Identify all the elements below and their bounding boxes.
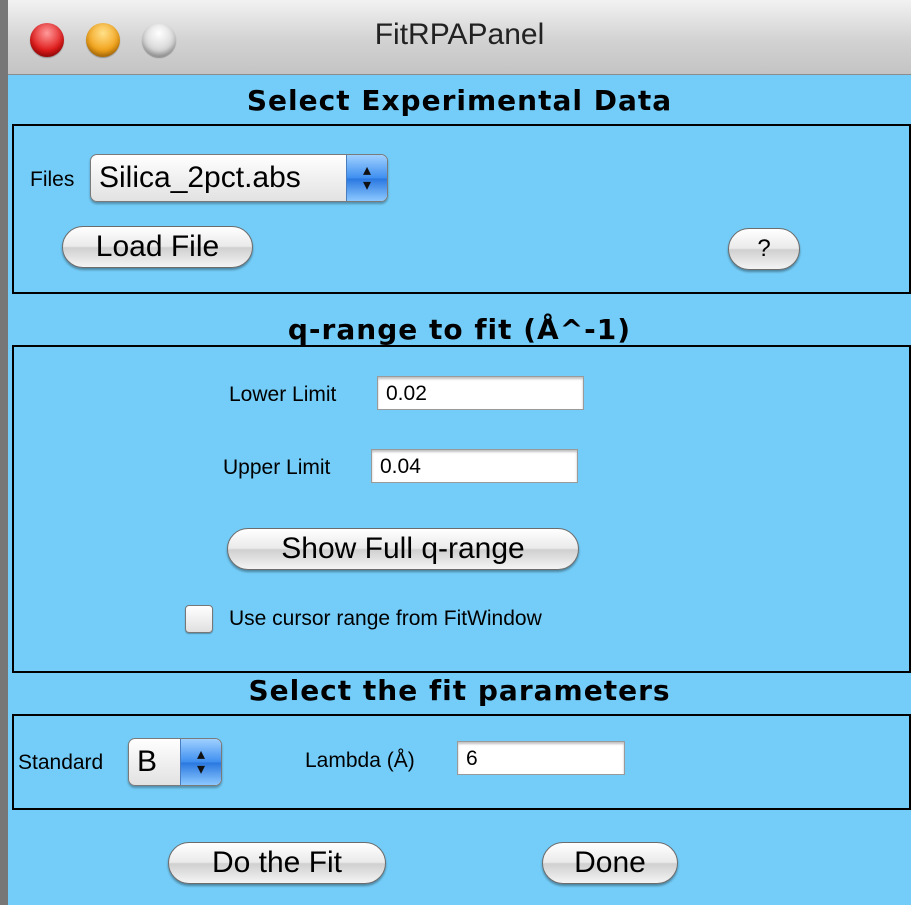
window-title: FitRPAPanel [374,18,545,51]
lower-limit-input[interactable]: 0.02 [377,376,584,410]
params-section-title: Select the fit parameters [248,674,671,707]
do-the-fit-button[interactable]: Do the Fit [168,842,386,884]
standard-popup-value: B [137,745,158,778]
files-popup-value: Silica_2pct.abs [99,161,301,194]
lower-limit-label: Lower Limit [229,383,337,406]
cursor-range-label[interactable]: Use cursor range from FitWindow [229,607,542,631]
show-full-qrange-button[interactable]: Show Full q-range [227,528,579,570]
qrange-section-title: q-range to fit (Å^-1) [287,313,632,346]
title-bar[interactable]: FitRPAPanel [8,0,911,75]
files-label: Files [30,168,75,191]
standard-label: Standard [18,751,104,774]
lambda-label: Lambda (Å) [305,749,415,772]
upper-limit-input[interactable]: 0.04 [371,449,578,483]
done-button[interactable]: Done [542,842,678,884]
fitrpa-window: FitRPAPanel Select Experimental Data Fil… [8,0,911,905]
standard-popup[interactable]: B ▴ ▾ [128,738,222,786]
popup-arrows-icon: ▴ ▾ [346,155,387,201]
lambda-input[interactable]: 6 [457,741,625,775]
upper-limit-label: Upper Limit [223,456,331,479]
popup-arrows-icon: ▴ ▾ [180,739,221,785]
load-file-button[interactable]: Load File [62,226,253,268]
files-popup[interactable]: Silica_2pct.abs ▴ ▾ [90,154,388,202]
cursor-range-checkbox[interactable] [185,605,213,633]
help-button[interactable]: ? [728,228,800,270]
data-section-title: Select Experimental Data [246,84,673,117]
